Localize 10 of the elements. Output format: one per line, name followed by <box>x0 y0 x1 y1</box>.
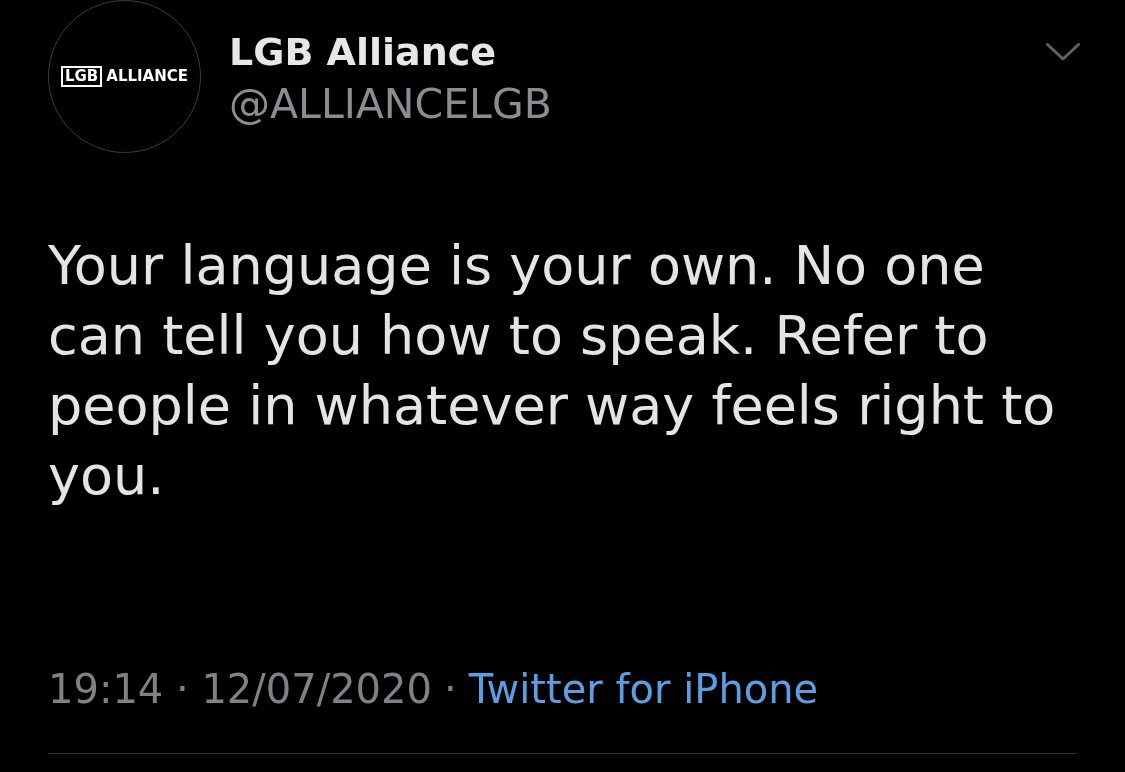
logo-word: ALLIANCE <box>106 68 188 85</box>
user-handle[interactable]: @ALLIANCELGB <box>229 79 552 129</box>
logo-boxed-letters: LGB <box>60 66 103 87</box>
display-name[interactable]: LGB Alliance <box>229 29 497 75</box>
avatar[interactable]: LGB ALLIANCE <box>48 0 201 153</box>
separator-dot: · <box>443 665 457 713</box>
chevron-down-icon[interactable] <box>1046 43 1080 61</box>
tweet-timestamp: 19:14 · 12/07/2020 <box>48 665 432 713</box>
source-link[interactable]: Twitter for iPhone <box>468 665 819 713</box>
tweet-text: Your language is your own. No one can tell you how to speak. Refer to people in whatever way feels right to you. <box>48 233 1057 509</box>
